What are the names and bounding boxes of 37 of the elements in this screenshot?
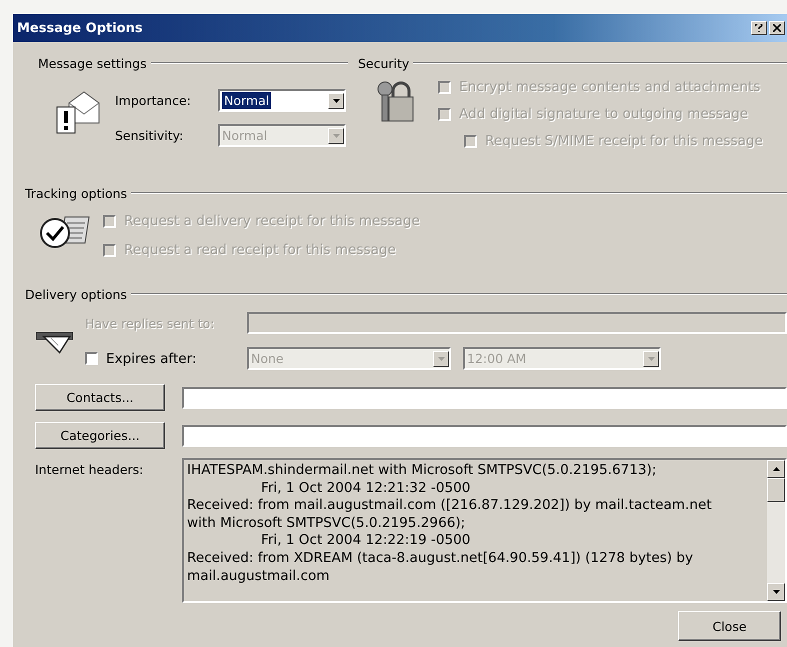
header-line: mail.augustmail.com — [187, 568, 331, 586]
close-icon — [773, 24, 781, 32]
window-title: Message Options — [17, 20, 144, 36]
help-icon — [755, 24, 763, 32]
contacts-button[interactable]: Contacts... — [35, 384, 165, 411]
contacts-field[interactable] — [182, 386, 787, 408]
dropdown-arrow-icon — [438, 356, 444, 360]
scroll-up-icon — [772, 467, 780, 471]
header-line: IHATESPAM.shindermail.net with Microsoft SMTPSVC(5.0.2195.6713); — [187, 462, 658, 480]
header-line: Fri, 1 Oct 2004 12:21:32 -0500 — [260, 480, 472, 498]
dropdown-arrow-icon — [648, 356, 654, 360]
dropdown-arrow-icon — [332, 98, 340, 102]
categories-button[interactable]: Categories... — [35, 422, 165, 449]
field-label: Internet headers: — [35, 461, 144, 479]
field-label: Importance: — [115, 93, 192, 108]
group-label: Delivery options — [25, 286, 127, 302]
categories-field[interactable] — [182, 424, 787, 446]
close-button[interactable]: Close — [678, 611, 781, 641]
scroll-down-icon — [772, 590, 780, 594]
group-label: Message settings — [38, 56, 147, 70]
close-button[interactable] — [769, 21, 785, 35]
field-label: Sensitivity: — [115, 128, 184, 143]
scrollbar-thumb[interactable] — [767, 478, 785, 502]
header-line: with Microsoft SMTPSVC(5.0.2195.2966); — [187, 514, 466, 532]
header-line: Received: from XDREAM (taca-8.august.net[64.90.59.41]) (1278 bytes) by — [187, 550, 694, 568]
dropdown-arrow-icon — [332, 134, 340, 138]
scrollbar[interactable] — [767, 460, 785, 601]
help-button[interactable] — [751, 21, 767, 35]
header-line: Fri, 1 Oct 2004 12:22:19 -0500 — [260, 532, 472, 550]
checkbox[interactable] — [85, 352, 98, 365]
group-label: Security — [358, 56, 410, 70]
checkbox-label[interactable]: Expires after: — [106, 350, 197, 366]
dropdown[interactable]: Normal — [218, 89, 346, 112]
header-line: Received: from mail.augustmail.com ([216.87.129.202]) by mail.tacteam.net — [187, 497, 713, 515]
headers-text-area[interactable] — [182, 458, 787, 603]
reply-to-field[interactable] — [247, 312, 787, 334]
group-label: Tracking options — [25, 186, 128, 200]
